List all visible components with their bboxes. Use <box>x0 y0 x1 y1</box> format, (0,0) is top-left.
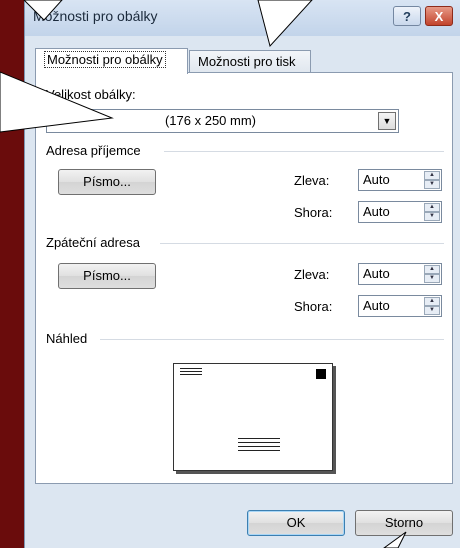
callout-arrow-envelope-size <box>0 71 114 133</box>
tab-envelope-options-label: Možnosti pro obálky <box>44 51 166 68</box>
callout-arrow-title <box>23 0 63 21</box>
callout-overlay <box>0 0 407 548</box>
callout-arrow-cancel <box>383 531 407 548</box>
tab-envelope-options[interactable]: Možnosti pro obálky <box>35 48 188 74</box>
callout-arrow-print-tab <box>257 0 313 48</box>
